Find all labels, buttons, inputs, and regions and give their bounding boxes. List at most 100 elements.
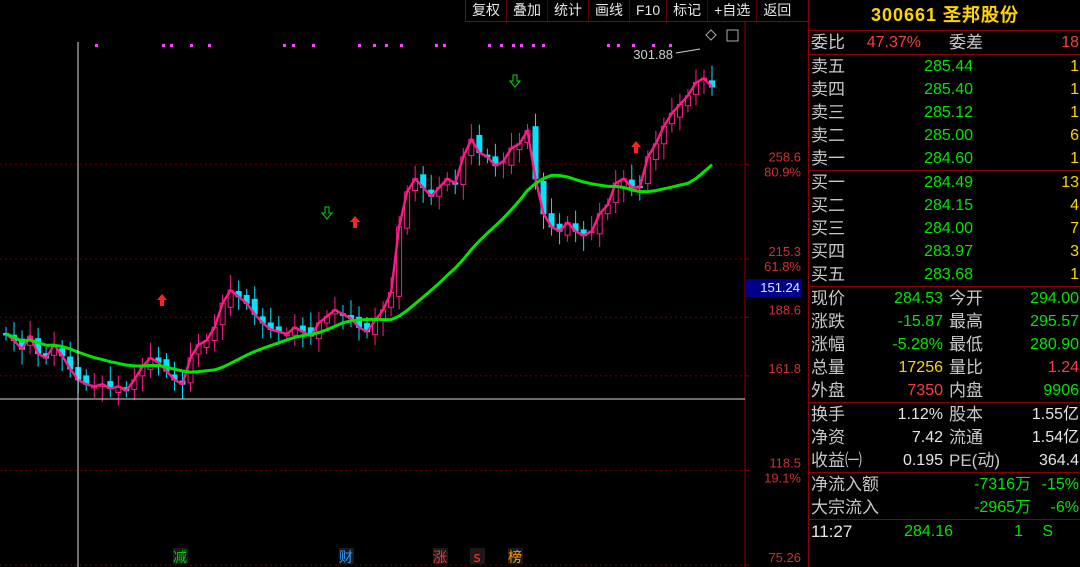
quote-label: 量比 — [949, 358, 983, 377]
toolbar-button-1[interactable]: 叠加 — [506, 0, 547, 21]
wei-cha-value: 18 — [1061, 34, 1079, 51]
buy-row-1[interactable]: 买二 284.15 4 — [809, 194, 1080, 217]
signal-dot — [617, 44, 620, 47]
signal-dot — [443, 44, 446, 47]
fund-flows: 净流入额 -7316万 -15% 大宗流入 -2965万 -6% — [809, 473, 1080, 519]
buy-volume: 7 — [1070, 220, 1079, 237]
fund-value: 364.4 — [1038, 452, 1079, 469]
stock-name: 圣邦股份 — [943, 5, 1020, 25]
signal-dot — [435, 44, 438, 47]
signal-dot — [373, 44, 376, 47]
flow-percent: -6% — [1050, 499, 1079, 516]
buy-row-2[interactable]: 买三 284.00 7 — [809, 217, 1080, 240]
fund-row-2: 收益㈠ 0.195 PE(动) 364.4 — [809, 449, 1080, 472]
axis-price-label: 75.26 — [768, 550, 801, 565]
buy-price: 284.49 — [924, 174, 973, 191]
quote-value: 9906 — [1043, 382, 1079, 399]
sell-volume: 6 — [1070, 127, 1079, 144]
buy-price: 283.68 — [924, 266, 973, 283]
sell-label: 卖四 — [811, 80, 845, 99]
kline-chart-svg[interactable]: 258.680.9% 215.361.8% 188.6 161.8 118.519.1%… — [0, 22, 808, 567]
sell-orders: 卖五 285.44 1 卖四 285.40 1 卖三 285.12 1 卖二 285.00 6 卖一 28… — [809, 55, 1080, 170]
quote-row-4: 外盘 7350 内盘 9906 — [809, 379, 1080, 402]
buy-price: 283.97 — [924, 243, 973, 260]
high-price-label: 301.88 — [633, 47, 673, 62]
quote-value: 280.90 — [1030, 336, 1079, 353]
sell-volume: 1 — [1070, 81, 1079, 98]
sell-label: 卖五 — [811, 57, 845, 76]
sell-price: 285.12 — [924, 104, 973, 121]
kline-chart[interactable]: 258.6 80.9% 215.3 61.8% 188.6 161.8 118.5 19.1%… — [0, 22, 808, 567]
stock-code: 300661 — [870, 5, 938, 25]
fund-value: 1.54亿 — [1031, 429, 1079, 446]
quote-value: 294.00 — [1030, 290, 1079, 307]
tick-price: 284.16 — [904, 523, 953, 540]
signal-dot — [95, 44, 98, 47]
buy-price: 284.15 — [924, 197, 973, 214]
toolbar-button-6[interactable]: +自选 — [707, 0, 756, 21]
wei-cha-label: 委差 — [949, 33, 983, 52]
buy-label: 买五 — [811, 265, 845, 284]
quote-value: 295.57 — [1030, 313, 1079, 330]
sell-label: 卖一 — [811, 149, 845, 168]
buy-row-4[interactable]: 买五 283.68 1 — [809, 263, 1080, 286]
sell-row-0[interactable]: 卖五 285.44 1 — [809, 55, 1080, 78]
toolbar-button-0[interactable]: 复权 — [465, 0, 506, 21]
signal-dot — [208, 44, 211, 47]
event-marker: 涨 — [433, 550, 447, 566]
sell-volume: 1 — [1070, 150, 1079, 167]
sell-volume: 1 — [1070, 104, 1079, 121]
quote-row-0: 现价 284.53 今开 294.00 — [809, 287, 1080, 310]
signal-dot — [400, 44, 403, 47]
axis-percent-label: 61.8% — [764, 259, 801, 274]
event-marker: s — [473, 550, 480, 566]
quote-label: 外盘 — [811, 381, 845, 400]
quote-value: -5.28% — [892, 336, 943, 353]
toolbar-button-7[interactable]: 返回 — [756, 0, 797, 21]
toolbar-button-4[interactable]: F10 — [629, 0, 666, 21]
fund-label: 换手 — [811, 405, 845, 424]
fund-label: 净资 — [811, 428, 845, 447]
buy-label: 买四 — [811, 242, 845, 261]
axis-price-label: 188.6 — [768, 302, 801, 317]
quote-value: 7350 — [907, 382, 943, 399]
signal-dot — [542, 44, 545, 47]
sell-row-1[interactable]: 卖四 285.40 1 — [809, 78, 1080, 101]
fund-row-0: 换手 1.12% 股本 1.55亿 — [809, 403, 1080, 426]
axis-price-label: 161.8 — [768, 361, 801, 376]
signal-dot — [532, 44, 535, 47]
signal-dot — [512, 44, 515, 47]
toolbar-button-2[interactable]: 统计 — [547, 0, 588, 21]
toolbar-button-3[interactable]: 画线 — [588, 0, 629, 21]
sell-row-3[interactable]: 卖二 285.00 6 — [809, 124, 1080, 147]
axis-price-label: 118.5 — [769, 456, 801, 471]
sell-label: 卖二 — [811, 126, 845, 145]
event-marker: 财 — [339, 550, 353, 566]
buy-row-0[interactable]: 买一 284.49 13 — [809, 171, 1080, 194]
axis-percent-label: 19.1% — [764, 471, 801, 486]
toolbar-button-5[interactable]: 标记 — [666, 0, 707, 21]
buy-price: 284.00 — [924, 220, 973, 237]
quote-row-2: 涨幅 -5.28% 最低 280.90 — [809, 333, 1080, 356]
buy-row-3[interactable]: 买四 283.97 3 — [809, 240, 1080, 263]
signal-dot — [162, 44, 165, 47]
fund-value: 0.195 — [902, 452, 943, 469]
sell-row-2[interactable]: 卖三 285.12 1 — [809, 101, 1080, 124]
event-marker: 减 — [173, 550, 187, 566]
buy-orders: 买一 284.49 13 买二 284.15 4 买三 284.00 7 买四 283.97 3 买五 2… — [809, 171, 1080, 286]
flow-amount: -7316万 — [974, 476, 1031, 493]
chart-toolbar: 复权 叠加 统计 画线 F10 标记 +自选 返回 — [465, 0, 797, 22]
fund-label: 流通 — [949, 428, 983, 447]
fundamentals: 换手 1.12% 股本 1.55亿净资 7.42 流通 1.54亿收益㈠ 0.195 PE(动)… — [809, 403, 1080, 472]
axis-price-label: 215.3 — [768, 244, 801, 259]
buy-volume: 13 — [1061, 174, 1079, 191]
quote-value: 17256 — [898, 359, 944, 376]
buy-label: 买一 — [811, 173, 845, 192]
quote-row-3: 总量 17256 量比 1.24 — [809, 356, 1080, 379]
sell-row-4[interactable]: 卖一 284.60 1 — [809, 147, 1080, 170]
quote-value: 284.53 — [894, 290, 943, 307]
signal-dot — [292, 44, 295, 47]
fund-value: 7.42 — [911, 429, 943, 446]
stock-title: 300661 圣邦股份 — [809, 0, 1080, 31]
flow-label: 净流入额 — [811, 475, 879, 494]
